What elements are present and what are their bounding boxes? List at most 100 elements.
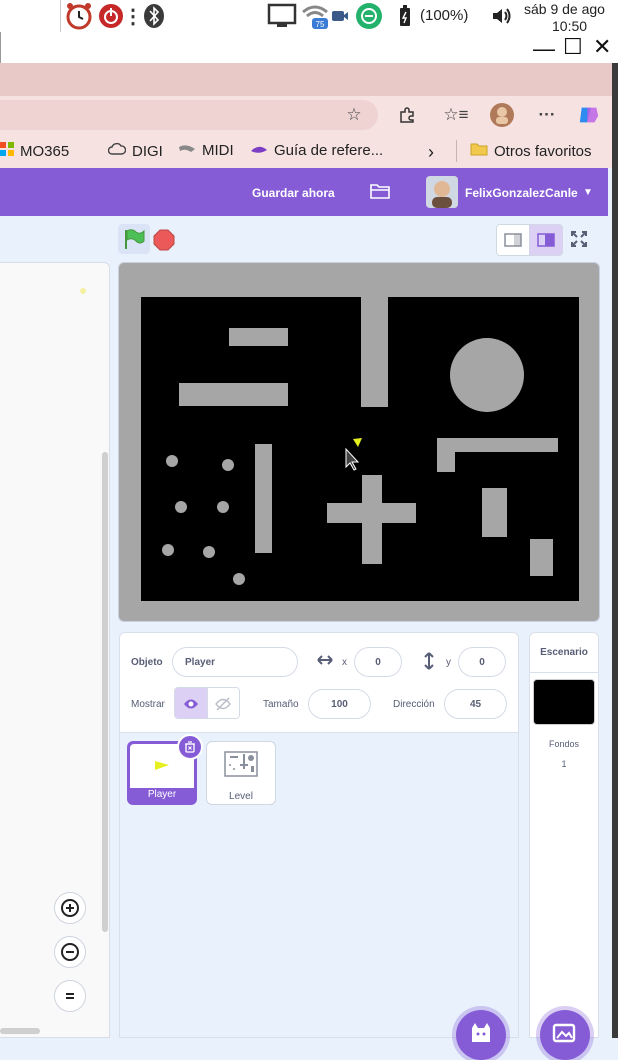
app-status-icon[interactable]: [354, 3, 384, 29]
sprite-thumbnail: [209, 744, 273, 784]
obstacle-wall: [437, 438, 455, 472]
obstacle-wall: [437, 438, 558, 452]
workspace-vertical-scrollbar[interactable]: [102, 452, 108, 932]
show-label: Mostrar: [131, 699, 165, 710]
fullscreen-button[interactable]: [570, 230, 588, 253]
alarm-clock-icon[interactable]: [64, 3, 94, 30]
close-icon[interactable]: ✕: [593, 34, 611, 60]
more-icon[interactable]: ⋮: [123, 3, 143, 29]
obstacle-dot: [217, 501, 229, 513]
caret-down-icon[interactable]: ▼: [583, 187, 593, 198]
bookmark-mo365[interactable]: MO365: [0, 142, 69, 160]
backdrops-count: 1: [561, 759, 567, 769]
stop-button[interactable]: [153, 229, 175, 251]
cat-add-icon: [472, 1023, 490, 1042]
username[interactable]: FelixGonzalezCanle: [465, 186, 578, 200]
bookmark-midi[interactable]: MIDI: [178, 142, 234, 159]
choose-sprite-button[interactable]: [456, 1010, 506, 1060]
show-visible-button[interactable]: [175, 688, 207, 718]
copilot-icon[interactable]: [578, 104, 600, 126]
direction-input[interactable]: 45: [444, 689, 507, 719]
favorites-icon[interactable]: ☆≡: [443, 104, 468, 126]
my-stuff-icon[interactable]: [370, 183, 390, 204]
show-hidden-button[interactable]: [206, 688, 239, 718]
guide-icon: [250, 142, 268, 159]
size-input[interactable]: 100: [308, 689, 371, 719]
sprite-name-label: Objeto: [131, 657, 163, 668]
zoom-in-icon: [61, 899, 79, 917]
y-input[interactable]: 0: [458, 647, 506, 677]
backdrop-thumbnail: [533, 679, 595, 725]
zoom-out-icon: [61, 943, 79, 961]
avatar[interactable]: [426, 176, 458, 208]
wifi-icon[interactable]: 75: [300, 3, 330, 29]
green-flag-button[interactable]: [118, 224, 150, 254]
folder-icon: [470, 142, 488, 160]
camera-icon[interactable]: [330, 3, 350, 29]
stage-canvas[interactable]: [141, 297, 579, 601]
small-stage-button[interactable]: [496, 224, 530, 256]
chevron-right-icon[interactable]: ›: [428, 142, 434, 163]
microsoft-icon: [0, 142, 14, 160]
zoom-reset-button[interactable]: [54, 980, 86, 1012]
wifi-badge: 75: [316, 20, 325, 29]
sprite-card-level[interactable]: Level: [206, 741, 276, 805]
zoom-in-button[interactable]: [54, 892, 86, 924]
obstacle-wall: [229, 328, 288, 346]
obstacle-dot: [175, 501, 187, 513]
x-arrows-icon: [316, 653, 334, 672]
sprite-name-input[interactable]: Player: [172, 647, 298, 677]
sprite-card-name: Level: [229, 791, 253, 802]
address-bar[interactable]: [0, 100, 378, 130]
size-label: Tamaño: [263, 699, 299, 710]
bookmark-other-favorites[interactable]: Otros favoritos: [470, 142, 592, 160]
backdrop-add-icon: [552, 1023, 576, 1043]
visibility-toggle: [174, 687, 240, 719]
normal-stage-icon: [537, 233, 555, 247]
stage[interactable]: [118, 262, 600, 622]
stage-target-panel[interactable]: Escenario Fondos 1: [529, 632, 599, 1038]
cloud-icon: [107, 142, 127, 160]
bookmark-guia[interactable]: Guía de refere...: [250, 142, 383, 159]
sprite-list: Player Level: [119, 733, 519, 1038]
workspace-horizontal-scrollbar[interactable]: [0, 1028, 40, 1034]
bookmark-label: MO365: [20, 142, 70, 160]
obstacle-circle: [450, 338, 524, 412]
obstacle-wall: [255, 444, 272, 553]
code-workspace[interactable]: [0, 262, 110, 1038]
save-now-button[interactable]: Guardar ahora: [252, 186, 335, 200]
obstacle-dot: [222, 459, 234, 471]
battery-text: (100%): [420, 7, 469, 24]
delete-sprite-button[interactable]: [177, 734, 203, 760]
small-stage-icon: [504, 233, 522, 247]
stage-panel-title: Escenario: [530, 633, 598, 673]
bookmark-label: Otros favoritos: [494, 142, 592, 160]
profile-avatar[interactable]: [490, 103, 514, 127]
zoom-out-button[interactable]: [54, 936, 86, 968]
workspace-dot: [80, 288, 86, 294]
star-icon[interactable]: ☆: [343, 104, 365, 126]
bookmark-label: Guía de refere...: [274, 142, 384, 159]
window-edge: [612, 63, 618, 1038]
monitor-icon[interactable]: [266, 3, 298, 29]
battery-icon[interactable]: [398, 3, 412, 29]
date-text[interactable]: sáb 9 de ago: [524, 1, 618, 17]
bluetooth-icon[interactable]: [142, 3, 166, 29]
stop-icon: [153, 229, 175, 251]
midi-icon: [178, 142, 196, 159]
normal-stage-button[interactable]: [529, 224, 563, 256]
power-icon[interactable]: [97, 3, 125, 29]
maximize-icon[interactable]: ☐: [563, 34, 583, 60]
obstacle-wall: [179, 383, 288, 406]
fullscreen-icon: [571, 231, 587, 247]
minimize-icon[interactable]: —: [533, 36, 555, 62]
extensions-icon[interactable]: [396, 104, 418, 126]
zoom-reset-icon: [66, 993, 74, 999]
volume-icon[interactable]: [490, 3, 514, 29]
browser-tab-strip: [0, 63, 612, 96]
choose-backdrop-button[interactable]: [540, 1010, 590, 1060]
bookmark-digi[interactable]: DIGI: [107, 142, 163, 160]
eye-icon: [183, 699, 198, 709]
more-options-icon[interactable]: ···: [536, 104, 558, 126]
x-input[interactable]: 0: [354, 647, 402, 677]
